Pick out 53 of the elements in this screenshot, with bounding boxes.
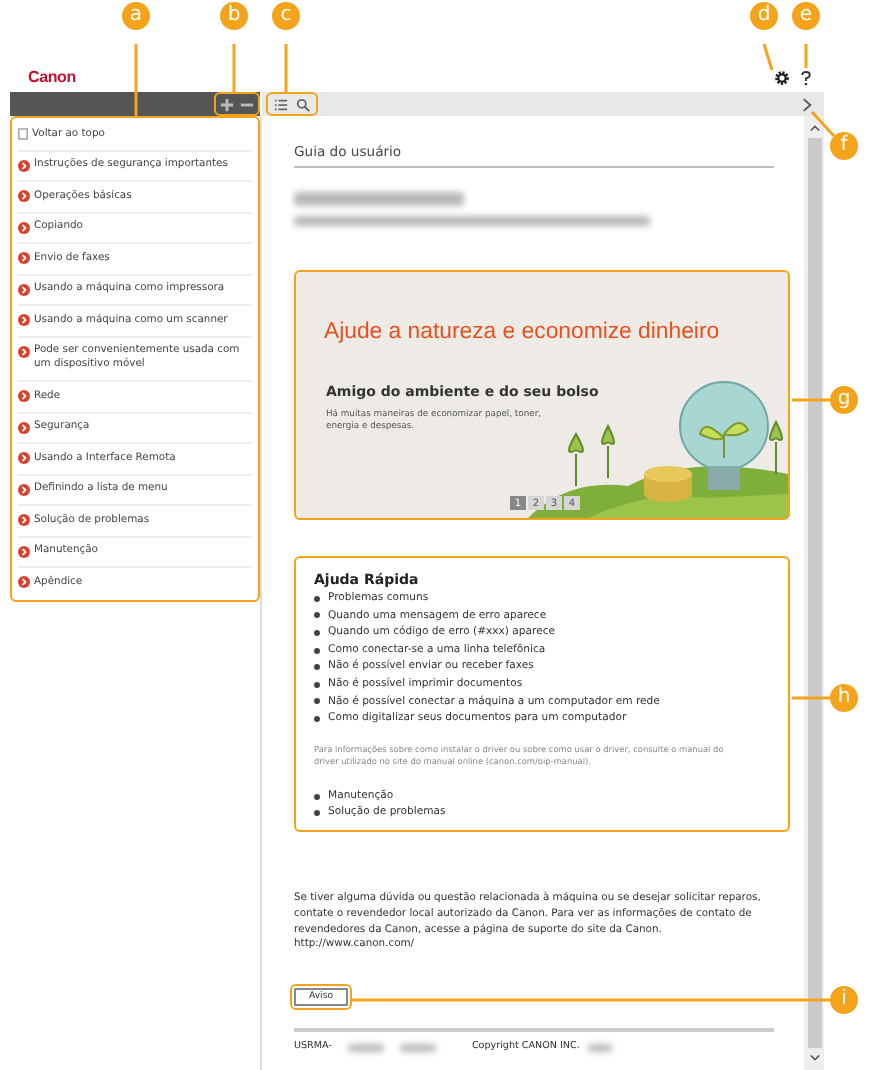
callout-marker: f	[830, 132, 858, 160]
arrow-circle-icon	[18, 159, 30, 171]
search-icon[interactable]	[296, 97, 310, 111]
leader-line	[792, 398, 830, 402]
help-icon[interactable]	[800, 70, 812, 86]
blurred-text	[347, 1043, 384, 1052]
arrow-circle-icon	[18, 576, 30, 588]
callout-marker: c	[272, 2, 300, 30]
callout-marker: e	[792, 2, 820, 30]
callout-marker: b	[220, 2, 248, 30]
arrow-circle-icon	[18, 545, 30, 557]
plus-icon[interactable]	[220, 97, 234, 111]
settings-icon[interactable]	[774, 70, 790, 86]
bullet-icon	[314, 595, 320, 602]
bullet-icon	[314, 647, 320, 654]
arrow-circle-icon	[18, 421, 30, 433]
arrow-circle-icon	[18, 252, 30, 264]
chevron-right-icon[interactable]	[802, 97, 812, 111]
callout-marker: g	[830, 386, 858, 414]
bullet-icon	[314, 681, 320, 688]
blurred-text	[399, 1043, 436, 1052]
list-icon[interactable]	[274, 97, 288, 111]
callout-marker: i	[830, 986, 858, 1014]
logo: Canon	[28, 68, 76, 86]
chevron-down-icon[interactable]	[809, 1054, 819, 1062]
page-icon	[18, 128, 28, 140]
callout-marker: a	[122, 2, 150, 30]
leader-line	[810, 111, 836, 137]
bullet-icon	[314, 664, 320, 671]
callout-marker: h	[830, 684, 858, 712]
bullet-icon	[314, 810, 320, 817]
arrow-circle-icon	[18, 345, 30, 357]
leader-line	[762, 43, 774, 71]
arrow-circle-icon	[18, 514, 30, 526]
bullet-icon	[314, 612, 320, 619]
bullet-icon	[314, 793, 320, 800]
arrow-circle-icon	[18, 452, 30, 464]
bullet-icon	[314, 629, 320, 636]
arrow-circle-icon	[18, 314, 30, 326]
arrow-circle-icon	[18, 483, 30, 495]
leader-line	[804, 44, 808, 68]
bullet-icon	[314, 715, 320, 722]
arrow-circle-icon	[18, 190, 30, 202]
banner-title: Ajude a natureza e economize dinheiro	[324, 320, 722, 344]
scrollbar[interactable]	[804, 116, 824, 1070]
blurred-text	[587, 1043, 612, 1052]
chevron-up-icon[interactable]	[809, 124, 819, 132]
arrow-circle-icon	[18, 390, 30, 402]
arrow-circle-icon	[18, 221, 30, 233]
arrow-circle-icon	[18, 283, 30, 295]
bullet-icon	[314, 698, 320, 705]
scrollbar-thumb[interactable]	[807, 138, 821, 1048]
callout-marker: d	[750, 2, 778, 30]
